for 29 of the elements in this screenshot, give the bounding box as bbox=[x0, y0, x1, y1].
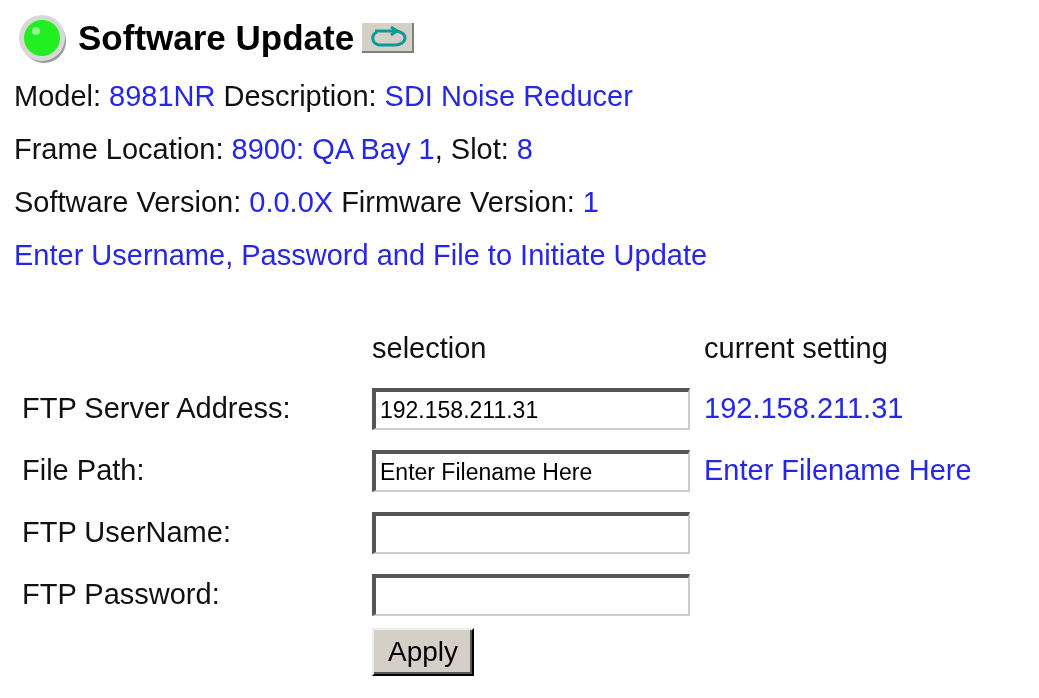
info-label: Model: bbox=[14, 78, 102, 114]
field-label: FTP Password: bbox=[22, 577, 220, 613]
field-label: File Path: bbox=[22, 453, 145, 489]
info-label: , Slot: bbox=[434, 131, 509, 167]
info-value: 1 bbox=[582, 184, 599, 220]
info-label: Frame Location: bbox=[14, 131, 224, 167]
current-value: Enter Filename Here bbox=[704, 453, 972, 489]
field-label: FTP Server Address: bbox=[22, 391, 291, 427]
info-label: Description: bbox=[223, 78, 377, 114]
info-label: Firmware Version: bbox=[341, 184, 575, 220]
info-value: 8900: QA Bay 1 bbox=[231, 131, 435, 167]
field-label: FTP UserName: bbox=[22, 515, 231, 551]
input-field[interactable]: 192.158.211.31 bbox=[372, 388, 690, 430]
page-title: Software Update bbox=[78, 16, 355, 59]
info-label: Software Version: bbox=[14, 184, 242, 220]
info-value: SDI Noise Reducer bbox=[384, 78, 633, 114]
input-field[interactable] bbox=[372, 574, 690, 616]
input-field[interactable] bbox=[372, 512, 690, 554]
refresh-icon bbox=[371, 25, 407, 47]
info-value: 0.0.0X bbox=[249, 184, 334, 220]
column-header: current setting bbox=[704, 332, 888, 366]
info-value: Enter Username, Password and File to Initiate Update bbox=[14, 237, 708, 273]
column-header: selection bbox=[372, 332, 487, 366]
current-value: 192.158.211.31 bbox=[704, 391, 904, 427]
input-field[interactable]: Enter Filename Here bbox=[372, 450, 690, 492]
info-value: 8 bbox=[516, 131, 533, 167]
info-value: 8981NR bbox=[109, 78, 216, 114]
apply-button[interactable]: Apply bbox=[372, 628, 475, 676]
refresh-button[interactable] bbox=[362, 23, 415, 53]
